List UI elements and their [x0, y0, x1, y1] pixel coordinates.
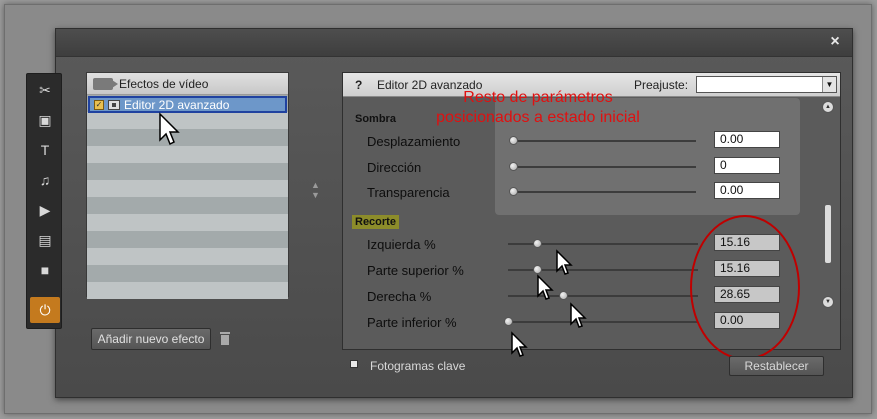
preset-dropdown[interactable]: ▼	[696, 76, 837, 93]
effects-list: ✓ Editor 2D avanzado	[87, 95, 288, 299]
keyframes-label: Fotogramas clave	[370, 359, 466, 373]
keyframes-checkbox[interactable]	[350, 360, 358, 368]
image-icon[interactable]: ▣	[30, 107, 60, 133]
param-label: Parte inferior %	[367, 315, 457, 330]
effect-item-label: Editor 2D avanzado	[124, 97, 230, 112]
effects-title: Efectos de vídeo	[119, 76, 209, 91]
mouse-cursor-icon	[159, 112, 180, 146]
slider-knob[interactable]	[509, 187, 518, 196]
close-button[interactable]: ×	[826, 33, 844, 51]
param-label: Desplazamiento	[367, 134, 461, 149]
chevron-down-icon[interactable]: ▼	[822, 77, 836, 92]
camera-icon[interactable]: ▶	[30, 197, 60, 223]
param-label: Parte superior %	[367, 263, 464, 278]
slider-knob[interactable]	[532, 265, 542, 274]
mouse-cursor-icon	[537, 274, 554, 300]
text-icon[interactable]: T	[30, 137, 60, 163]
enabled-checkbox-icon[interactable]: ✓	[94, 99, 104, 110]
section-title-shadow: Sombra	[355, 113, 396, 125]
param-label: Derecha %	[367, 289, 432, 304]
slider-track[interactable]	[513, 140, 696, 142]
scroll-up-icon[interactable]: ▲	[822, 101, 834, 113]
highlight-ellipse	[690, 215, 800, 360]
effects-header: Efectos de vídeo	[87, 73, 288, 95]
tool-sidebar: ✂ ▣ T ♫ ▶ ▤ ■ ⏻	[26, 73, 62, 329]
video-camera-icon	[93, 77, 118, 90]
clapper-icon[interactable]: ▤	[30, 227, 60, 253]
param-value-field[interactable]: 0.00	[714, 182, 780, 199]
add-effect-button[interactable]: Añadir nuevo efecto	[91, 328, 211, 350]
slider-track[interactable]	[513, 166, 696, 168]
slider-knob[interactable]	[509, 136, 518, 145]
help-icon[interactable]: ?	[355, 78, 362, 92]
effect-icon	[108, 99, 120, 110]
music-icon[interactable]: ♫	[30, 167, 60, 193]
slider-knob[interactable]	[532, 239, 542, 248]
annotation-line-1: Resto de parámetros	[463, 89, 613, 106]
mouse-cursor-icon	[570, 302, 587, 328]
title-bar: ×	[56, 29, 852, 57]
slider-knob[interactable]	[504, 317, 513, 326]
scroll-down-icon[interactable]: ▼	[822, 296, 834, 308]
param-label: Izquierda %	[367, 237, 436, 252]
video-effects-panel: Efectos de vídeo ✓ Editor 2D avanzado	[86, 72, 289, 299]
section-title-crop: Recorte	[352, 215, 399, 229]
trash-icon[interactable]	[220, 332, 230, 345]
reorder-arrows-icon[interactable]: ▲ ▼	[311, 180, 320, 200]
slider-knob[interactable]	[509, 162, 518, 171]
annotation-line-2: posicionados a estado inicial	[436, 109, 640, 126]
square-icon[interactable]: ■	[30, 257, 60, 283]
mouse-cursor-icon	[511, 331, 528, 357]
effect-item-2d-editor[interactable]: ✓ Editor 2D avanzado	[88, 96, 287, 113]
scrollbar-thumb[interactable]	[825, 204, 831, 263]
param-value-field[interactable]: 0.00	[714, 131, 780, 148]
reset-button[interactable]: Restablecer	[729, 356, 824, 376]
scissors-icon[interactable]: ✂	[30, 77, 60, 103]
param-value-field[interactable]: 0	[714, 157, 780, 174]
slider-track[interactable]	[513, 191, 696, 193]
param-label: Transparencia	[367, 185, 450, 200]
slider-track[interactable]	[508, 321, 698, 323]
param-label: Dirección	[367, 160, 422, 175]
annotation-text: Resto de parámetros posicionados a estad…	[428, 88, 648, 128]
plug-icon[interactable]: ⏻	[30, 297, 60, 323]
